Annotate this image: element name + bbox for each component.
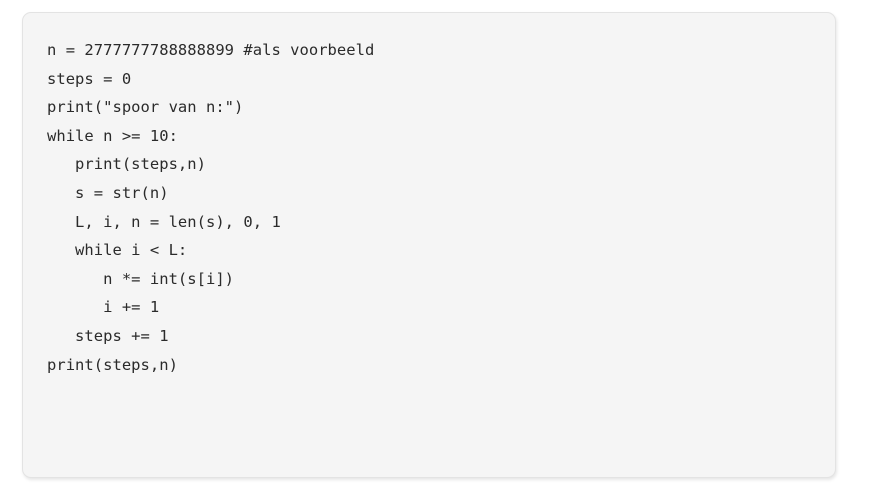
code-content: n = 2777777788888899 #als voorbeeld steps… (47, 36, 835, 379)
code-line: s = str(n) (47, 183, 169, 202)
code-line: print(steps,n) (47, 155, 206, 174)
code-listing[interactable]: n = 2777777788888899 #als voorbeeld steps… (23, 13, 835, 379)
code-line: print("spoor van n:") (47, 98, 244, 117)
code-line: n = 2777777788888899 #als voorbeeld (47, 41, 375, 59)
code-block-panel: n = 2777777788888899 #als voorbeeld steps… (22, 12, 836, 478)
code-line: while n >= 10: (47, 126, 178, 145)
code-line: steps = 0 (47, 69, 132, 88)
code-line: steps += 1 (47, 326, 169, 345)
page-root: n = 2777777788888899 #als voorbeeld steps… (0, 0, 870, 500)
code-line: while i < L: (47, 241, 188, 260)
code-line: i += 1 (47, 298, 160, 317)
code-line: print(steps,n) (47, 355, 178, 374)
code-line: n *= int(s[i]) (47, 269, 235, 288)
code-line: L, i, n = len(s), 0, 1 (47, 212, 281, 231)
